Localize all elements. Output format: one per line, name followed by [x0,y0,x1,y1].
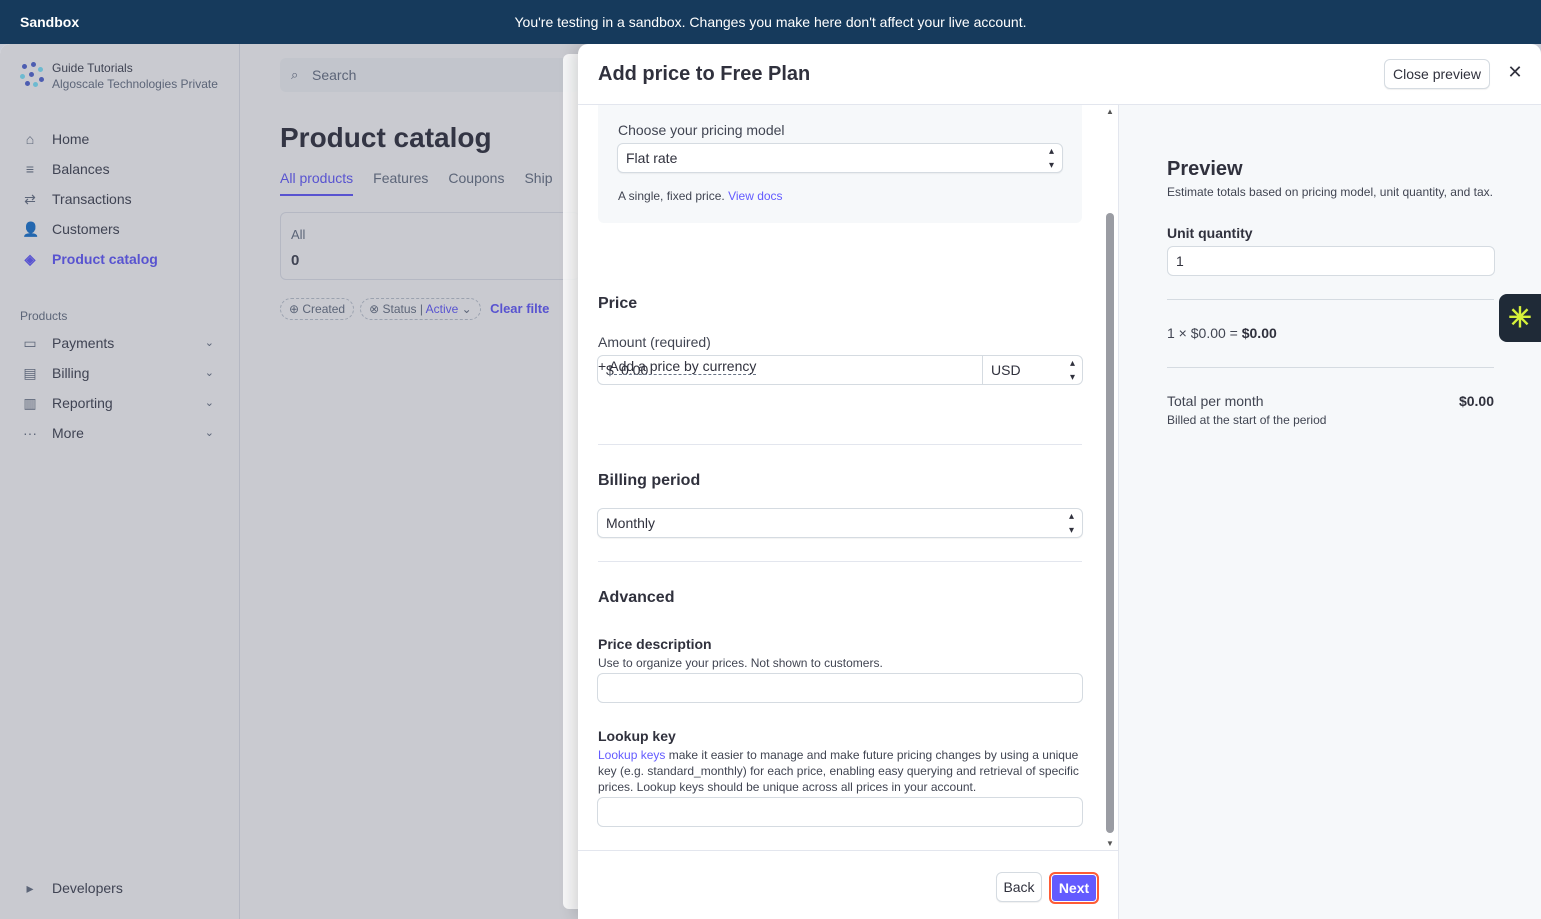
lookup-key-help: Lookup keys make it easier to manage and… [598,747,1082,795]
add-price-by-currency-link[interactable]: + Add a price by currency [598,358,757,375]
divider [1167,299,1494,300]
pricing-model-label: Choose your pricing model [618,122,785,138]
pricing-model-value: Flat rate [626,150,678,166]
assistant-launcher-icon[interactable]: ✳ [1499,294,1541,342]
pricing-model-section: Choose your pricing model Flat rate ▴ ▾ A… [598,105,1082,223]
preview-panel: Preview Estimate totals based on pricing… [1118,105,1541,919]
form-scrollbar[interactable]: ▲ ▼ [1103,105,1117,850]
drawer-header: Add price to Free Plan Close preview ✕ [578,44,1541,105]
currency-select[interactable]: USD ▴ ▾ [982,356,1083,384]
price-description-label: Price description [598,636,712,652]
unit-quantity-input[interactable]: 1 [1167,246,1495,276]
chevron-updown-icon: ▴ ▾ [1069,358,1075,383]
add-price-drawer: Add price to Free Plan Close preview ✕ C… [578,44,1541,919]
lookup-key-label: Lookup key [598,728,676,744]
pricing-model-help: A single, fixed price. View docs [618,188,783,204]
advanced-heading: Advanced [598,589,675,606]
lookup-key-input[interactable] [597,797,1083,827]
divider [598,561,1082,562]
price-description-input[interactable] [597,673,1083,703]
total-per-month-label: Total per month [1167,393,1264,409]
plus-icon: + [598,358,610,374]
sandbox-message: You're testing in a sandbox. Changes you… [514,14,1027,30]
scrollbar-thumb[interactable] [1106,213,1114,833]
price-description-help: Use to organize your prices. Not shown t… [598,656,883,670]
unit-quantity-label: Unit quantity [1167,225,1253,241]
pricing-model-select[interactable]: Flat rate ▴ ▾ [617,143,1063,173]
calc-result: $0.00 [1241,325,1277,341]
price-form: Choose your pricing model Flat rate ▴ ▾ A… [578,105,1118,850]
divider [598,444,1082,445]
divider [1167,367,1494,368]
dashboard: Guide Tutorials Algoscale Technologies P… [0,44,1541,919]
calc-expression: 1 × $0.00 = [1167,325,1242,341]
add-currency-label: Add a price by currency [609,358,757,375]
price-heading: Price [598,295,638,312]
amount-label: Amount (required) [598,334,711,350]
billing-period-value: Monthly [606,515,656,531]
scroll-up-icon[interactable]: ▲ [1106,107,1114,116]
lookup-key-help-text: make it easier to manage and make future… [598,748,1079,794]
view-docs-link[interactable]: View docs [728,189,782,203]
preview-calculation: 1 × $0.00 = $0.00 [1167,325,1277,341]
scroll-down-icon[interactable]: ▼ [1106,839,1114,848]
currency-value: USD [991,362,1021,378]
preview-subtitle: Estimate totals based on pricing model, … [1167,185,1493,199]
drawer-footer: Back Next [578,850,1118,919]
close-icon[interactable]: ✕ [1503,60,1527,84]
total-per-month-value: $0.00 [1458,393,1494,409]
billing-period-heading: Billing period [598,472,701,489]
chevron-updown-icon: ▴ ▾ [1048,146,1054,171]
preview-title: Preview [1167,158,1243,180]
pricing-model-help-text: A single, fixed price. [618,189,725,203]
billed-note: Billed at the start of the period [1167,413,1327,427]
next-button[interactable]: Next [1049,872,1099,904]
chevron-updown-icon: ▴ ▾ [1068,511,1074,536]
lookup-keys-link[interactable]: Lookup keys [598,748,665,762]
sandbox-banner: Sandbox You're testing in a sandbox. Cha… [0,0,1541,44]
billing-period-select[interactable]: Monthly ▴ ▾ [597,508,1083,538]
back-button[interactable]: Back [996,872,1042,902]
drawer-title: Add price to Free Plan [598,63,811,85]
close-preview-button[interactable]: Close preview [1384,59,1490,89]
